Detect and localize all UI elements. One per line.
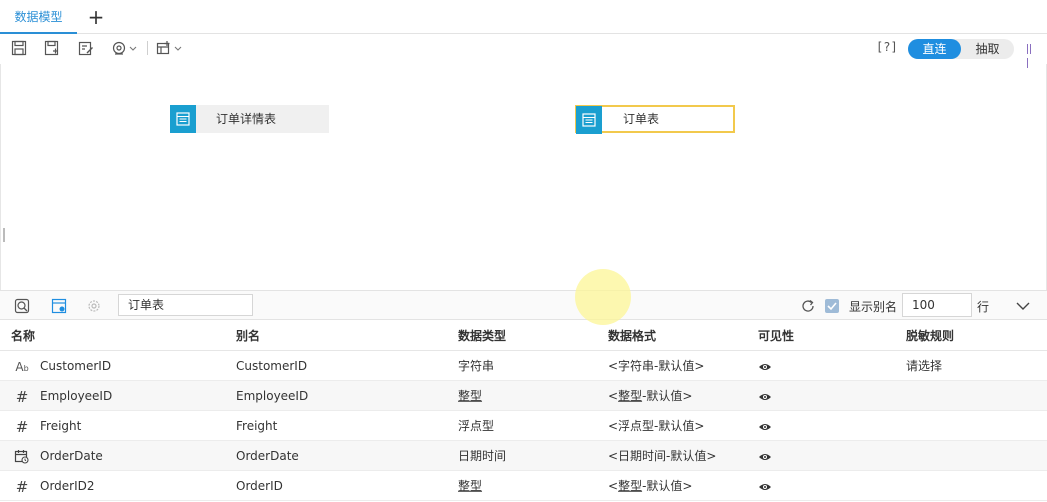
field-format[interactable]: <整型-默认值> bbox=[608, 381, 692, 411]
table-name-input[interactable]: 订单表 bbox=[118, 294, 253, 316]
date-type-icon bbox=[14, 449, 30, 465]
table-node-label: 订单表 bbox=[623, 112, 660, 126]
table-icon bbox=[576, 106, 602, 134]
format-type: 整型 bbox=[618, 479, 643, 493]
field-datatype[interactable]: 日期时间 bbox=[458, 441, 506, 471]
field-datatype[interactable]: 整型 bbox=[458, 471, 482, 501]
table-row[interactable]: # OrderID2 OrderID 整型 <整型-默认值> bbox=[0, 471, 1047, 501]
edit-document-icon[interactable] bbox=[78, 40, 94, 56]
eye-icon[interactable] bbox=[758, 362, 772, 372]
number-type-icon: # bbox=[15, 388, 29, 406]
save-icon[interactable] bbox=[11, 40, 27, 56]
table-row[interactable]: Ab CustomerID CustomerID 字符串 <字符串-默认值> 请… bbox=[0, 351, 1047, 381]
format-type: 整型 bbox=[618, 389, 643, 403]
more-options-icon[interactable] bbox=[1027, 43, 1035, 68]
toolbar-separator bbox=[147, 41, 148, 55]
header-masking[interactable]: 脱敏规则 bbox=[906, 321, 954, 351]
header-format[interactable]: 数据格式 bbox=[608, 321, 656, 351]
field-masking-select[interactable]: 请选择 bbox=[906, 351, 942, 381]
text-type-icon: Ab bbox=[15, 360, 29, 374]
field-format[interactable]: <整型-默认值> bbox=[608, 471, 692, 501]
chevron-down-icon[interactable] bbox=[1015, 298, 1031, 314]
show-alias-checkbox[interactable] bbox=[825, 299, 839, 313]
field-datatype[interactable]: 整型 bbox=[458, 381, 482, 411]
field-name: OrderDate bbox=[40, 449, 103, 463]
table-icon bbox=[170, 105, 196, 133]
table-row[interactable]: # EmployeeID EmployeeID 整型 <整型-默认值> bbox=[0, 381, 1047, 411]
header-datatype[interactable]: 数据类型 bbox=[458, 321, 506, 351]
connection-mode-toggle: 直连 抽取 bbox=[908, 39, 1014, 59]
table-node-label: 订单详情表 bbox=[216, 112, 277, 126]
field-settings-icon[interactable] bbox=[51, 298, 67, 314]
row-count-unit: 行 bbox=[977, 300, 990, 314]
table-node-orders[interactable]: 订单表 bbox=[575, 105, 735, 134]
field-datatype[interactable]: 字符串 bbox=[458, 351, 494, 381]
field-format[interactable]: <浮点型-默认值> bbox=[608, 411, 704, 441]
header-name[interactable]: 名称 bbox=[11, 321, 35, 351]
table-header: 名称 别名 数据类型 数据格式 可见性 脱敏规则 bbox=[0, 321, 1047, 351]
field-alias[interactable]: OrderDate bbox=[236, 441, 299, 471]
model-canvas[interactable]: 订单详情表 订单表 bbox=[0, 64, 1047, 290]
field-format[interactable]: <日期时间-默认值> bbox=[608, 441, 716, 471]
help-button[interactable]: [?] bbox=[876, 40, 898, 54]
row-count-input[interactable]: 100 bbox=[902, 293, 972, 317]
eye-icon[interactable] bbox=[758, 392, 772, 402]
tab-bar: 数据模型 + bbox=[0, 0, 1047, 34]
field-name: OrderID2 bbox=[40, 479, 95, 493]
field-name: CustomerID bbox=[40, 359, 112, 373]
number-type-icon: # bbox=[15, 418, 29, 436]
mode-direct-button[interactable]: 直连 bbox=[908, 39, 961, 59]
field-alias[interactable]: Freight bbox=[236, 411, 277, 441]
table-row[interactable]: OrderDate OrderDate 日期时间 <日期时间-默认值> bbox=[0, 441, 1047, 471]
field-name: EmployeeID bbox=[40, 389, 113, 403]
show-alias-label: 显示别名 bbox=[849, 300, 898, 314]
refresh-icon[interactable] bbox=[800, 298, 816, 314]
eye-icon[interactable] bbox=[758, 452, 772, 462]
field-format[interactable]: <字符串-默认值> bbox=[608, 351, 704, 381]
connection-settings-icon[interactable] bbox=[112, 40, 138, 56]
preview-data-icon[interactable] bbox=[14, 298, 30, 314]
eye-icon[interactable] bbox=[758, 422, 772, 432]
tab-data-model[interactable]: 数据模型 bbox=[0, 0, 77, 34]
header-visibility[interactable]: 可见性 bbox=[758, 321, 794, 351]
mode-extract-button[interactable]: 抽取 bbox=[961, 39, 1014, 59]
number-type-icon: # bbox=[15, 478, 29, 496]
field-datatype[interactable]: 浮点型 bbox=[458, 411, 494, 441]
header-alias[interactable]: 别名 bbox=[236, 321, 260, 351]
save-as-icon[interactable] bbox=[44, 40, 60, 56]
add-table-icon[interactable] bbox=[156, 40, 184, 56]
toolbar: [?] 直连 抽取 bbox=[0, 36, 1047, 68]
table-row[interactable]: # Freight Freight 浮点型 <浮点型-默认值> bbox=[0, 411, 1047, 441]
table-node-order-details[interactable]: 订单详情表 bbox=[170, 105, 329, 133]
field-alias[interactable]: CustomerID bbox=[236, 351, 307, 381]
field-name: Freight bbox=[40, 419, 82, 433]
add-tab-button[interactable]: + bbox=[86, 6, 106, 28]
panel-resize-handle[interactable] bbox=[3, 228, 5, 242]
field-alias[interactable]: OrderID bbox=[236, 471, 283, 501]
gear-icon[interactable] bbox=[86, 298, 102, 314]
eye-icon[interactable] bbox=[758, 482, 772, 492]
field-panel-toolbar: 订单表 显示别名 100 行 bbox=[0, 290, 1047, 320]
field-alias[interactable]: EmployeeID bbox=[236, 381, 308, 411]
